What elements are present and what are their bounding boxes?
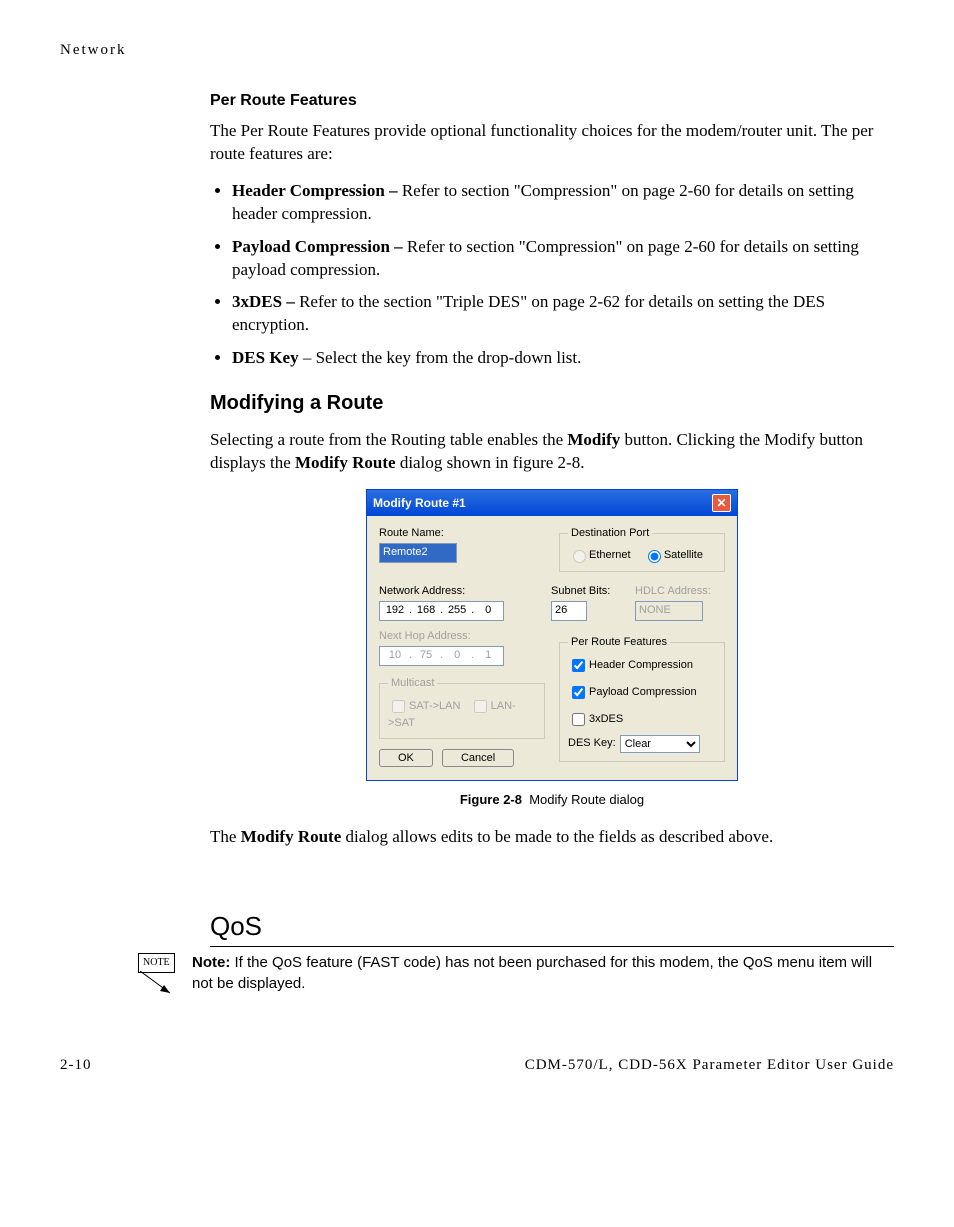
figure-label: Figure 2-8 xyxy=(460,792,522,807)
bullet-term: DES Key xyxy=(232,348,299,367)
sat-to-lan-checkbox: SAT->LAN xyxy=(388,700,460,712)
destination-port-legend: Destination Port xyxy=(568,526,652,541)
network-address-label: Network Address: xyxy=(379,584,537,599)
note-text: Note: If the QoS feature (FAST code) has… xyxy=(192,953,894,994)
page-number: 2-10 xyxy=(60,1055,92,1075)
sat-to-lan-input xyxy=(392,700,405,713)
text: The xyxy=(210,827,241,846)
bullet-term: 3xDES – xyxy=(232,292,299,311)
subnet-bits-input[interactable]: 26 xyxy=(551,601,587,621)
subnet-bits-label: Subnet Bits: xyxy=(551,584,621,599)
satellite-radio-input[interactable] xyxy=(648,550,661,563)
text-bold: Modify Route xyxy=(295,453,396,472)
qos-heading: QoS xyxy=(210,909,894,947)
checkbox-label: SAT->LAN xyxy=(409,700,460,712)
text: dialog allows edits to be made to the fi… xyxy=(341,827,773,846)
lan-to-sat-input xyxy=(474,700,487,713)
hdlc-address-label: HDLC Address: xyxy=(635,584,725,599)
next-hop-label: Next Hop Address: xyxy=(379,629,545,644)
list-item: Header Compression – Refer to section "C… xyxy=(232,180,894,226)
ip-seg: 1 xyxy=(475,648,501,663)
des-key-label: DES Key: xyxy=(568,736,616,751)
checkbox-label: 3xDES xyxy=(589,713,623,725)
ip-seg: 75 xyxy=(413,648,439,663)
header-compression-checkbox[interactable]: Header Compression xyxy=(568,659,693,671)
des-key-select[interactable]: Clear xyxy=(620,735,700,753)
per-route-heading: Per Route Features xyxy=(210,90,894,112)
section-header: Network xyxy=(60,40,894,60)
satellite-radio[interactable]: Satellite xyxy=(643,549,703,561)
radio-label: Satellite xyxy=(664,549,703,561)
modifying-route-heading: Modifying a Route xyxy=(210,390,894,417)
dialog-title-text: Modify Route #1 xyxy=(373,495,466,511)
ip-seg: 10 xyxy=(382,648,408,663)
ip-seg[interactable]: 0 xyxy=(475,603,501,618)
note-box-label: NOTE xyxy=(138,953,175,973)
ip-seg[interactable]: 255 xyxy=(444,603,470,618)
bullet-text: – Select the key from the drop-down list… xyxy=(299,348,582,367)
next-hop-input: 10. 75. 0. 1 xyxy=(379,646,504,666)
bullet-term: Payload Compression – xyxy=(232,237,407,256)
text: dialog shown in figure 2-8. xyxy=(396,453,585,472)
ip-seg[interactable]: 192 xyxy=(382,603,408,618)
3xdes-input[interactable] xyxy=(572,713,585,726)
note-arrow-icon xyxy=(140,971,180,999)
list-item: 3xDES – Refer to the section "Triple DES… xyxy=(232,291,894,337)
ip-seg: 0 xyxy=(444,648,470,663)
checkbox-label: Payload Compression xyxy=(589,686,697,698)
close-icon[interactable]: ✕ xyxy=(712,494,731,512)
ok-button[interactable]: OK xyxy=(379,749,433,767)
network-address-input[interactable]: 192. 168. 255. 0 xyxy=(379,601,504,621)
route-name-input[interactable]: Remote2 xyxy=(379,543,457,563)
hdlc-address-input: NONE xyxy=(635,601,703,621)
route-name-label: Route Name: xyxy=(379,526,545,541)
modify-route-outro: The Modify Route dialog allows edits to … xyxy=(210,826,894,849)
multicast-legend: Multicast xyxy=(388,676,437,691)
note-label: Note: xyxy=(192,954,230,971)
text-bold: Modify Route xyxy=(241,827,342,846)
modifying-route-intro: Selecting a route from the Routing table… xyxy=(210,429,894,475)
text: Selecting a route from the Routing table… xyxy=(210,430,567,449)
dialog-titlebar[interactable]: Modify Route #1 ✕ xyxy=(367,490,737,516)
modify-route-dialog: Modify Route #1 ✕ Route Name: Remote2 De… xyxy=(366,489,738,781)
radio-label: Ethernet xyxy=(589,549,631,561)
payload-compression-input[interactable] xyxy=(572,686,585,699)
page-footer: 2-10 CDM-570/L, CDD-56X Parameter Editor… xyxy=(60,1055,894,1075)
bullet-term: Header Compression – xyxy=(232,181,402,200)
header-compression-input[interactable] xyxy=(572,659,585,672)
ethernet-radio-input[interactable] xyxy=(573,550,586,563)
note-body: If the QoS feature (FAST code) has not b… xyxy=(192,954,872,991)
per-route-bullets: Header Compression – Refer to section "C… xyxy=(210,180,894,371)
bullet-text: Refer to the section "Triple DES" on pag… xyxy=(232,292,825,334)
note-icon: NOTE xyxy=(130,953,180,995)
3xdes-checkbox[interactable]: 3xDES xyxy=(568,713,623,725)
ethernet-radio[interactable]: Ethernet xyxy=(568,549,631,561)
list-item: DES Key – Select the key from the drop-d… xyxy=(232,347,894,370)
ip-seg[interactable]: 168 xyxy=(413,603,439,618)
per-route-features-legend: Per Route Features xyxy=(568,635,670,650)
figure-caption: Figure 2-8 Modify Route dialog xyxy=(210,791,894,809)
cancel-button[interactable]: Cancel xyxy=(442,749,514,767)
payload-compression-checkbox[interactable]: Payload Compression xyxy=(568,686,697,698)
list-item: Payload Compression – Refer to section "… xyxy=(232,236,894,282)
checkbox-label: Header Compression xyxy=(589,659,693,671)
text-bold: Modify xyxy=(567,430,620,449)
per-route-intro: The Per Route Features provide optional … xyxy=(210,120,894,166)
figure-text: Modify Route dialog xyxy=(529,792,644,807)
book-title: CDM-570/L, CDD-56X Parameter Editor User… xyxy=(525,1055,894,1075)
